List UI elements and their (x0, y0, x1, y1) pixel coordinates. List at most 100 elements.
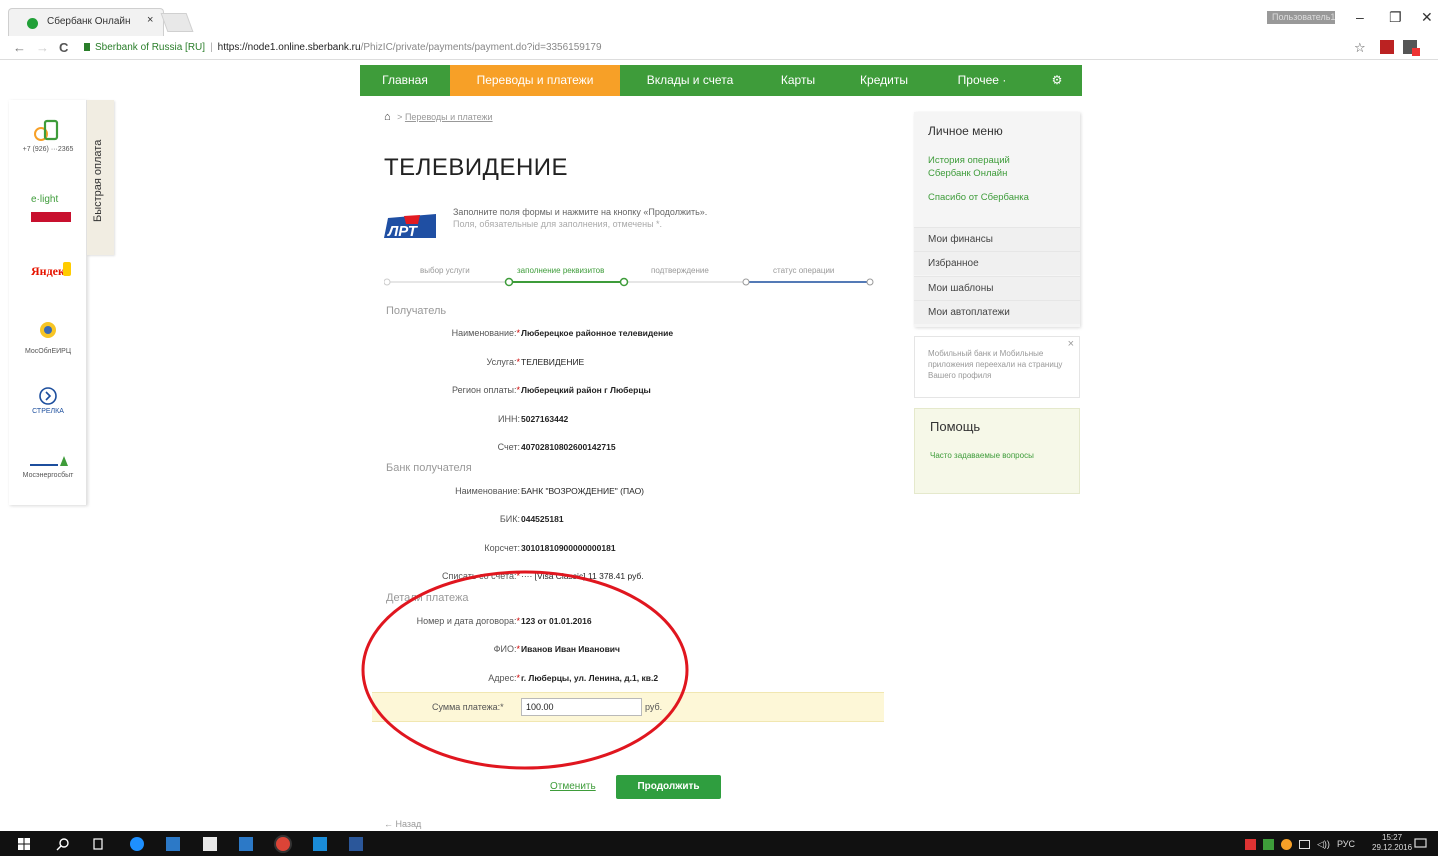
step-confirmation: подтверждение (651, 266, 709, 275)
settings-gear-icon[interactable]: ⚙ (1032, 65, 1082, 96)
enlight-logo-icon: e·light (31, 194, 71, 222)
app-icon[interactable] (239, 837, 253, 851)
lock-icon (84, 43, 90, 51)
field-label: Услуга: (486, 357, 517, 367)
tray-app-icon[interactable] (1245, 839, 1256, 850)
personal-menu-title: Личное меню (928, 124, 1003, 138)
mosobleirc-logo-icon (40, 322, 56, 338)
skype-icon[interactable] (313, 837, 327, 851)
field-region: Регион оплаты:* Люберецкий район г Любер… (380, 385, 840, 399)
nav-main[interactable]: Главная (360, 65, 450, 96)
field-address: Адрес:* г. Люберцы, ул. Ленина, д.1, кв.… (380, 673, 840, 687)
field-contract: Номер и дата договора:* 123 от 01.01.201… (380, 616, 840, 630)
edge-browser-icon[interactable] (130, 837, 144, 851)
quickpay-mosobleirc[interactable]: МосОблЕИРЦ (9, 316, 87, 355)
language-indicator[interactable]: РУС (1337, 839, 1355, 849)
browser-tabbar: Сбербанк Онлайн × Пользователь1 – ❐ ✕ (0, 0, 1438, 36)
nav-credits[interactable]: Кредиты (836, 65, 932, 96)
field-label: Наименование: (451, 328, 517, 338)
notifications-icon[interactable] (1414, 838, 1427, 850)
page-title: ТЕЛЕВИДЕНИЕ (384, 154, 569, 181)
debit-account-select[interactable]: ···· [Visa Classic] 11 378.41 руб. (521, 571, 644, 581)
breadcrumb-transfers-link[interactable]: Переводы и платежи (405, 112, 493, 122)
menu-my-autopayments[interactable]: Мои автоплатежи (914, 300, 1080, 324)
tray-sberbank-icon[interactable] (1263, 839, 1274, 850)
instruction-required-note: Поля, обязательные для заполнения, отмеч… (453, 219, 663, 229)
browser-user-chip[interactable]: Пользователь1 (1267, 11, 1335, 24)
minimize-button[interactable]: – (1356, 9, 1364, 25)
field-label: ИНН: (498, 414, 520, 424)
required-mark: * (516, 385, 520, 395)
task-view-icon[interactable] (91, 838, 105, 850)
back-link[interactable]: ← Назад (384, 819, 421, 829)
quickpay-panel (9, 100, 87, 505)
quickpay-mosenergo[interactable]: Мосэнергосбыт (9, 452, 87, 479)
section-bank: Банк получателя (386, 462, 472, 474)
field-value: 123 от 01.01.2016 (521, 616, 592, 626)
browser-tab[interactable]: Сбербанк Онлайн × (8, 8, 164, 36)
network-icon[interactable] (1299, 840, 1310, 849)
store-icon[interactable] (203, 837, 217, 851)
word-icon[interactable] (349, 837, 363, 851)
windows-start-icon[interactable] (18, 838, 30, 850)
link-spasibo[interactable]: Спасибо от Сбербанка (928, 191, 1029, 204)
clock-time: 15:27 (1382, 833, 1403, 842)
field-debit-account[interactable]: Списать со счета:* ···· [Visa Classic] 1… (380, 571, 840, 585)
quickpay-yandex[interactable]: Яндекс (9, 258, 87, 284)
search-icon[interactable] (56, 837, 70, 851)
quickpay-tab[interactable]: Быстрая оплата (87, 100, 114, 255)
field-label: ФИО: (493, 644, 517, 654)
quickpay-strelka[interactable]: СТРЕЛКА (9, 386, 87, 415)
nav-transfers-payments[interactable]: Переводы и платежи (450, 65, 620, 96)
menu-my-templates[interactable]: Мои шаблоны (914, 276, 1080, 300)
amount-input[interactable] (521, 698, 642, 716)
main-nav: Главная Переводы и платежи Вклады и счет… (360, 65, 1082, 96)
field-value: Иванов Иван Иванович (521, 644, 620, 654)
field-label: Счет: (497, 442, 520, 452)
home-icon[interactable]: ⌂ (384, 111, 391, 123)
bookmark-star-icon[interactable]: ☆ (1354, 40, 1366, 56)
back-icon[interactable]: ← (13, 40, 26, 55)
forward-icon[interactable]: → (36, 40, 49, 55)
menu-my-finances[interactable]: Мои финансы (914, 227, 1080, 251)
cancel-link[interactable]: Отменить (550, 781, 596, 792)
url-field[interactable]: Sberbank of Russia [RU] | https://node1.on… (84, 39, 1374, 57)
progress-stepper: выбор услуги заполнение реквизитов подтв… (384, 264, 874, 290)
reload-icon[interactable]: C (59, 40, 68, 55)
volume-icon[interactable]: ◁)) (1317, 839, 1330, 850)
field-label: Адрес: (488, 673, 517, 683)
nav-cards[interactable]: Карты (760, 65, 836, 96)
nav-other[interactable]: Прочее · (932, 65, 1032, 96)
field-value: 044525181 (521, 514, 564, 524)
required-mark: * (516, 571, 520, 581)
tray-notify-icon[interactable] (1281, 839, 1292, 850)
menu-favorites[interactable]: Избранное (914, 251, 1080, 275)
quickpay-phone[interactable]: +7 (926) ···2365 (9, 118, 87, 153)
required-mark: * (500, 702, 504, 712)
tab-close-icon[interactable]: × (147, 14, 153, 26)
close-window-button[interactable]: ✕ (1421, 9, 1433, 26)
continue-button[interactable]: Продолжить (616, 775, 721, 799)
taskbar-clock[interactable]: 15:27 29.12.2016 (1372, 833, 1412, 853)
breadcrumb-separator: > (397, 112, 403, 122)
field-value: 30101810900000000181 (521, 543, 616, 553)
sberbank-favicon-icon (27, 18, 38, 29)
strelka-logo-icon (39, 387, 57, 405)
pdf-extension-icon[interactable] (1380, 40, 1394, 54)
field-label: Регион оплаты: (452, 385, 517, 395)
new-tab-button[interactable] (160, 13, 194, 32)
faq-link[interactable]: Часто задаваемые вопросы (930, 451, 1040, 461)
quickpay-enlight[interactable]: e·light (9, 190, 87, 226)
nav-deposits-accounts[interactable]: Вклады и счета (620, 65, 760, 96)
field-value: 5027163442 (521, 414, 569, 424)
field-bik: БИК: 044525181 (380, 514, 840, 528)
link-operations-history[interactable]: История операций Сбербанк Онлайн (928, 154, 1038, 180)
maximize-button[interactable]: ❐ (1389, 9, 1402, 26)
required-mark: * (516, 328, 520, 338)
chrome-icon[interactable] (276, 837, 290, 851)
explorer-icon[interactable] (166, 837, 180, 851)
quickpay-tab-label: Быстрая оплата (92, 139, 104, 222)
url-site-name: Sberbank of Russia [RU] (95, 42, 206, 53)
section-payment-details: Детали платежа (386, 592, 469, 604)
notice-close-icon[interactable]: × (1068, 338, 1074, 350)
